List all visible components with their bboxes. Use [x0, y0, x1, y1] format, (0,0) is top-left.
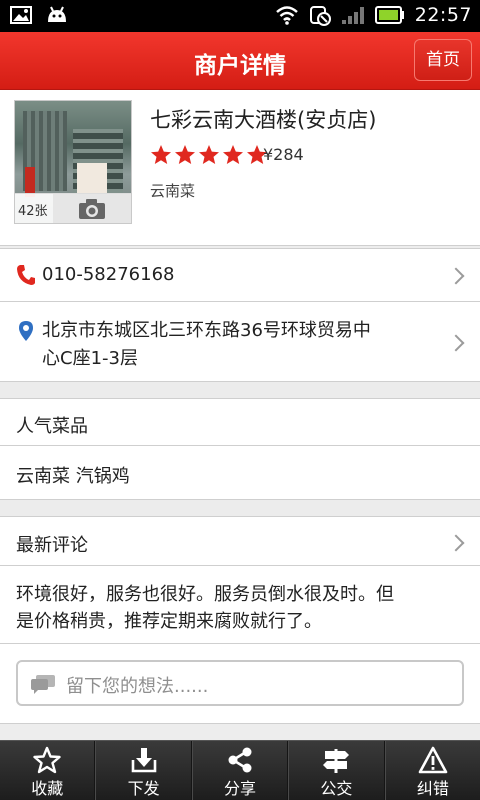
signal-icon [341, 7, 364, 24]
comment-placeholder: 留下您的想法...... [66, 676, 209, 697]
latest-reviews-heading: 最新评论 [16, 535, 88, 556]
send-button[interactable]: 下发 [95, 741, 192, 800]
chat-bubble-icon [31, 675, 55, 694]
star-icon [175, 145, 195, 164]
rating-stars [150, 144, 268, 166]
cuisine-type: 云南菜 [150, 182, 196, 200]
latest-reviews-header[interactable]: 最新评论 [0, 516, 480, 566]
shop-name: 七彩云南大酒楼(安贞店) [150, 108, 377, 132]
shop-header: 42张 七彩云南大酒楼(安贞店) ¥284 云南菜 [0, 90, 480, 246]
chevron-right-icon [447, 334, 465, 352]
bottom-toolbar: 收藏 下发 分享 公交 纠错 [0, 740, 480, 800]
share-button[interactable]: 分享 [191, 741, 289, 800]
camera-icon[interactable] [53, 194, 131, 223]
gallery-notification-icon [10, 6, 32, 24]
wifi-icon [275, 6, 298, 25]
photo-count: 42张 [18, 204, 48, 219]
photo-bar: 42张 [15, 193, 131, 223]
phone-number: 010-58276168 [42, 264, 175, 285]
phone-row[interactable]: 010-58276168 [0, 248, 480, 302]
page-title: 商户详情 [194, 53, 286, 79]
average-price: ¥284 [263, 145, 304, 164]
bus-button[interactable]: 公交 [288, 741, 385, 800]
android-notification-icon [48, 6, 66, 22]
address-line-2: 心C座1-3层 [42, 348, 138, 369]
bus-sign-icon [323, 749, 350, 773]
send-label: 下发 [127, 779, 160, 798]
location-pin-icon [19, 321, 33, 341]
section-gap [0, 382, 480, 398]
review-item: 环境很好，服务也很好。服务员倒水很及时。但 是价格稍贵，推荐定期来腐败就行了。 [0, 566, 480, 644]
chevron-right-icon [447, 267, 465, 285]
comment-area: 留下您的想法...... [0, 644, 480, 724]
star-icon [199, 145, 219, 164]
warning-icon [418, 746, 448, 774]
star-icon [33, 746, 61, 774]
popular-dishes-content: 云南菜 汽锅鸡 [0, 446, 480, 500]
phone-icon [17, 265, 35, 285]
shop-photo[interactable]: 42张 [14, 100, 132, 224]
address-row[interactable]: 北京市东城区北三环东路36号环球贸易中 心C座1-3层 [0, 302, 480, 382]
favorite-button[interactable]: 收藏 [0, 741, 96, 800]
report-error-button[interactable]: 纠错 [384, 741, 480, 800]
popular-dishes-header: 人气菜品 [0, 398, 480, 446]
comment-input[interactable]: 留下您的想法...... [16, 660, 464, 706]
title-bar: 商户详情 首页 [0, 32, 480, 90]
address-line-1: 北京市东城区北三环东路36号环球贸易中 [42, 320, 371, 341]
battery-icon [374, 6, 404, 24]
bus-label: 公交 [320, 779, 353, 798]
popular-dishes-list: 云南菜 汽锅鸡 [16, 466, 130, 487]
favorite-label: 收藏 [31, 779, 64, 798]
download-icon [131, 748, 156, 773]
section-gap [0, 500, 480, 516]
popular-dishes-heading: 人气菜品 [16, 416, 88, 437]
share-icon [228, 747, 252, 773]
home-button[interactable]: 首页 [414, 39, 472, 81]
chevron-right-icon [447, 534, 465, 552]
share-label: 分享 [224, 779, 257, 798]
status-bar: 22:57 [0, 0, 480, 32]
review-text-line-1: 环境很好，服务也很好。服务员倒水很及时。但 [16, 584, 394, 605]
review-text-line-2: 是价格稍贵，推荐定期来腐败就行了。 [16, 611, 322, 632]
report-error-label: 纠错 [416, 779, 449, 798]
data-blocked-icon [309, 6, 331, 26]
star-icon [223, 145, 243, 164]
star-icon [151, 145, 171, 164]
clock: 22:57 [414, 4, 472, 26]
